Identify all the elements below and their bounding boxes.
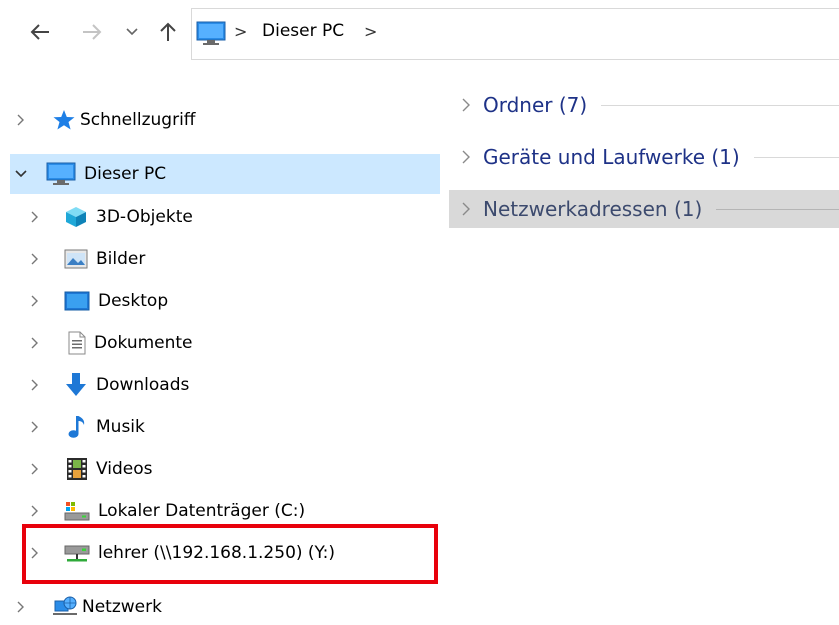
forward-button[interactable] [80, 20, 104, 44]
group-divider [753, 156, 839, 158]
chevron-down-icon[interactable] [10, 170, 32, 178]
group-divider [601, 104, 839, 106]
chevron-right-icon[interactable] [24, 337, 46, 349]
video-icon [66, 457, 88, 481]
sidebar-item-netzwerk[interactable]: Netzwerk [10, 587, 440, 625]
sidebar-item-label: Bilder [96, 249, 146, 269]
sidebar-item-3d-objekte[interactable]: 3D-Objekte [24, 197, 454, 237]
arrow-left-icon [30, 24, 49, 40]
chevron-right-icon[interactable] [24, 379, 46, 391]
chevron-right-icon[interactable] [24, 421, 46, 433]
sidebar-item-bilder[interactable]: Bilder [24, 239, 454, 279]
group-header-geraete-und-laufwerke[interactable]: Geräte und Laufwerke (1) [449, 138, 839, 176]
chevron-right-icon[interactable] [10, 114, 32, 126]
chevron-right-icon[interactable] [10, 601, 32, 613]
chevron-right-icon[interactable] [449, 202, 483, 216]
pictures-icon [64, 248, 88, 270]
annotation-highlight-box [22, 524, 438, 584]
chevron-right-icon[interactable] [24, 253, 46, 265]
group-header-label: Geräte und Laufwerke (1) [483, 145, 740, 169]
sidebar-item-downloads[interactable]: Downloads [24, 365, 454, 405]
breadcrumb-separator-trailing[interactable]: > [364, 22, 377, 41]
star-icon [52, 109, 76, 131]
sidebar-item-desktop[interactable]: Desktop [24, 281, 454, 321]
chevron-down-icon [126, 28, 138, 36]
sidebar-item-label: Schnellzugriff [80, 110, 196, 130]
arrow-right-icon [83, 24, 102, 40]
chevron-right-icon[interactable] [24, 295, 46, 307]
sidebar-item-schnellzugriff[interactable]: Schnellzugriff [10, 100, 440, 140]
group-header-label: Netzwerkadressen (1) [483, 197, 703, 221]
download-icon [64, 372, 88, 398]
computer-icon [196, 21, 226, 51]
sidebar-item-label: 3D-Objekte [96, 207, 193, 227]
network-icon [52, 595, 78, 619]
sidebar-item-label: Downloads [96, 375, 190, 395]
group-header-netzwerkadressen[interactable]: Netzwerkadressen (1) [449, 190, 839, 228]
music-icon [66, 414, 88, 440]
sidebar-item-label: Desktop [98, 291, 169, 311]
computer-icon [46, 162, 76, 186]
sidebar-item-musik[interactable]: Musik [24, 407, 454, 447]
cube-icon [64, 205, 88, 229]
chevron-right-icon[interactable] [449, 98, 483, 112]
chevron-right-icon[interactable] [24, 211, 46, 223]
sidebar-item-dieser-pc[interactable]: Dieser PC [10, 154, 440, 194]
sidebar-item-dokumente[interactable]: Dokumente [24, 323, 454, 363]
arrow-up-icon [160, 22, 176, 41]
breadcrumb-dieser-pc[interactable]: Dieser PC [262, 21, 344, 41]
navigation-toolbar: > Dieser PC > [0, 0, 839, 70]
sidebar-item-label: Netzwerk [82, 597, 162, 617]
sidebar-item-label: Musik [96, 417, 145, 437]
back-button[interactable] [28, 20, 52, 44]
group-header-ordner[interactable]: Ordner (7) [449, 86, 839, 124]
chevron-right-icon[interactable] [24, 505, 46, 517]
sidebar-item-label: Dieser PC [84, 164, 167, 184]
breadcrumb-separator[interactable]: > [234, 22, 247, 41]
sidebar-item-videos[interactable]: Videos [24, 449, 454, 489]
chevron-right-icon[interactable] [24, 463, 46, 475]
sidebar-item-label: Dokumente [94, 333, 193, 353]
up-button[interactable] [156, 20, 180, 44]
chevron-right-icon[interactable] [449, 150, 483, 164]
desktop-icon [64, 290, 90, 312]
recent-locations-button[interactable] [120, 20, 144, 44]
document-icon [66, 331, 88, 355]
group-header-label: Ordner (7) [483, 93, 588, 117]
drive-icon [64, 500, 90, 522]
content-pane: Ordner (7) Geräte und Laufwerke (1) Netz… [449, 70, 839, 625]
sidebar-item-label: Lokaler Datenträger (C:) [98, 501, 306, 521]
group-divider [716, 208, 839, 210]
sidebar-item-label: Videos [96, 459, 153, 479]
